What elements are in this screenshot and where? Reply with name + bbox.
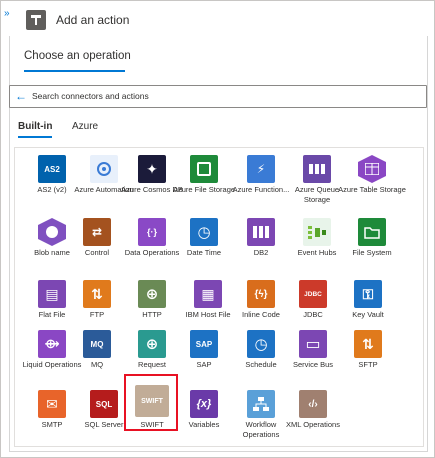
liquid-icon: ⟴ xyxy=(38,330,66,358)
sql-glyph: SQL xyxy=(95,399,113,409)
flat-glyph: ▤ xyxy=(45,285,59,302)
as2-glyph: AS2 xyxy=(44,164,60,174)
queue-storage-icon xyxy=(303,155,331,183)
tab-underline xyxy=(24,70,125,72)
tab-active-underline xyxy=(18,136,52,138)
connector-label: Azure Table Storage xyxy=(338,185,406,194)
swift-highlight-box xyxy=(124,374,178,431)
request-globe-icon: ⊕ xyxy=(138,330,166,358)
tab-choose-operation[interactable]: Choose an operation xyxy=(24,50,131,62)
vars-glyph: {x} xyxy=(196,398,212,410)
jdbc-glyph: JDBC xyxy=(304,290,322,298)
data-operations-icon: {·} xyxy=(138,218,166,246)
key-vault-icon: ⚿ xyxy=(354,280,382,308)
clock-icon: ◷ xyxy=(190,218,218,246)
jdbc-icon: JDBC xyxy=(299,280,327,308)
sap-glyph: SAP xyxy=(195,339,213,349)
ftp-icon: ⇅ xyxy=(83,280,111,308)
connector-label: Key Vault xyxy=(352,310,384,319)
code-glyph: {ϟ} xyxy=(254,288,268,300)
schedule-glyph: ◷ xyxy=(254,336,268,353)
mail-icon: ✉ xyxy=(38,390,66,418)
connector-label: XML Operations xyxy=(286,420,340,429)
file-storage-icon xyxy=(190,155,218,183)
azure-functions-icon: ⚡ xyxy=(247,155,275,183)
variables-icon: {x} xyxy=(190,390,218,418)
key-glyph: ⚿ xyxy=(362,285,374,302)
event-hubs-icon xyxy=(303,218,331,246)
back-arrow-icon[interactable]: ← xyxy=(15,89,27,103)
cosmos-db-icon: ✦ xyxy=(138,155,166,183)
liquid-glyph: ⟴ xyxy=(44,336,60,351)
cosmos-glyph: ✦ xyxy=(146,160,158,177)
sap-icon: SAP xyxy=(190,330,218,358)
control-icon: ⇄ xyxy=(83,218,111,246)
service-bus-icon: ▭ xyxy=(299,330,327,358)
data-glyph: {·} xyxy=(146,227,157,237)
workflow-operations-icon xyxy=(247,390,275,418)
svcbus-glyph: ▭ xyxy=(305,336,321,353)
http-glyph: ⊕ xyxy=(145,286,159,303)
xml-icon: ‹/› xyxy=(299,390,327,418)
sftp-glyph: ⇅ xyxy=(362,335,374,352)
sql-server-icon: SQL xyxy=(90,390,118,418)
ibm-host-file-icon: ▦ xyxy=(194,280,222,308)
control-glyph: ⇄ xyxy=(91,225,103,239)
mq-glyph: MQ xyxy=(90,339,104,349)
xml-glyph: ‹/› xyxy=(308,398,318,410)
as2-icon: AS2 xyxy=(38,155,66,183)
func-glyph: ⚡ xyxy=(256,162,266,176)
schedule-clock-icon: ◷ xyxy=(247,330,275,358)
search-input[interactable]: ← Search connectors and actions xyxy=(9,85,427,108)
inline-code-icon: {ϟ} xyxy=(247,280,275,308)
sftp-icon: ⇅ xyxy=(354,330,382,358)
connector-label: SFTP xyxy=(358,360,378,369)
ftp-glyph: ⇅ xyxy=(91,285,103,302)
db2-icon xyxy=(247,218,275,246)
expand-icon[interactable]: » xyxy=(4,8,9,19)
http-globe-icon: ⊕ xyxy=(138,280,166,308)
request-glyph: ⊕ xyxy=(145,336,159,353)
action-icon xyxy=(26,10,46,30)
search-placeholder: Search connectors and actions xyxy=(32,91,149,101)
tab-azure[interactable]: Azure xyxy=(72,121,98,132)
connector-label: File System xyxy=(352,248,392,257)
mq-icon: MQ xyxy=(83,330,111,358)
page-title: Add an action xyxy=(56,13,130,27)
folder-icon xyxy=(358,218,386,246)
tab-built-in[interactable]: Built-in xyxy=(18,121,52,132)
azure-automation-icon xyxy=(90,155,118,183)
clock-glyph: ◷ xyxy=(197,224,211,241)
flat-file-icon: ▤ xyxy=(38,280,66,308)
ibm-glyph: ▦ xyxy=(201,285,215,302)
smtp-glyph: ✉ xyxy=(46,395,58,412)
